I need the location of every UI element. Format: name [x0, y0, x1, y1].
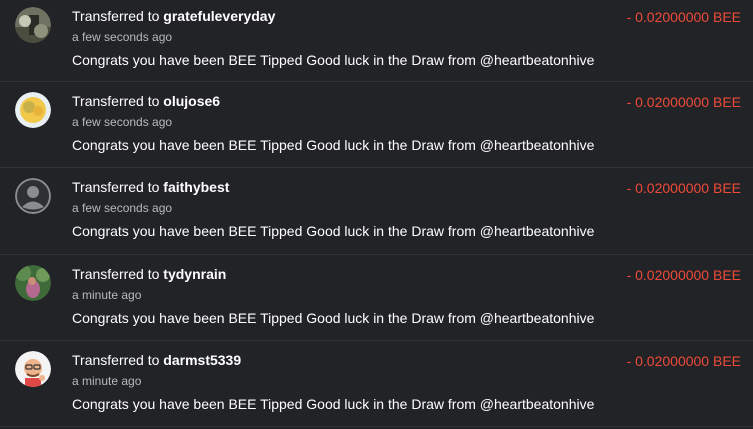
transfer-title: Transferred to tydynrain: [72, 266, 226, 282]
transfer-amount: - 0.02000000 BEE: [626, 9, 741, 25]
recipient-username[interactable]: faithybest: [163, 179, 229, 195]
user-avatar[interactable]: [15, 178, 51, 214]
transfer-memo: Congrats you have been BEE Tipped Good l…: [72, 310, 595, 326]
transfer-row: Transferred to gratefuleveryday a few se…: [0, 0, 753, 82]
recipient-username[interactable]: darmst5339: [163, 352, 241, 368]
transfer-time: a few seconds ago: [72, 30, 173, 44]
transfer-title: Transferred to darmst5339: [72, 352, 241, 368]
transfer-prefix: Transferred to: [72, 8, 160, 24]
transfer-time: a few seconds ago: [72, 201, 173, 215]
transfer-row: Transferred to darmst5339 a minute ago C…: [0, 341, 753, 427]
avatar-photo-icon: [15, 92, 51, 128]
transfer-memo: Congrats you have been BEE Tipped Good l…: [72, 396, 595, 412]
transfer-prefix: Transferred to: [72, 93, 160, 109]
transfer-row: Transferred to olujose6 a few seconds ag…: [0, 82, 753, 168]
user-avatar[interactable]: [15, 265, 51, 301]
transfer-history-list: Transferred to gratefuleveryday a few se…: [0, 0, 753, 429]
transfer-time: a minute ago: [72, 374, 142, 388]
avatar-cartoon-icon: [15, 351, 51, 387]
user-avatar[interactable]: [15, 7, 51, 43]
transfer-time: a few seconds ago: [72, 115, 173, 129]
transfer-time: a minute ago: [72, 288, 142, 302]
recipient-username[interactable]: gratefuleveryday: [163, 8, 275, 24]
user-avatar[interactable]: [15, 92, 51, 128]
transfer-prefix: Transferred to: [72, 179, 160, 195]
transfer-amount: - 0.02000000 BEE: [626, 353, 741, 369]
user-avatar[interactable]: [15, 351, 51, 387]
transfer-memo: Congrats you have been BEE Tipped Good l…: [72, 223, 595, 239]
transfer-memo: Congrats you have been BEE Tipped Good l…: [72, 52, 595, 68]
avatar-photo-icon: [15, 265, 51, 301]
transfer-title: Transferred to gratefuleveryday: [72, 8, 275, 24]
transfer-title: Transferred to faithybest: [72, 179, 229, 195]
transfer-row: Transferred to tydynrain a minute ago Co…: [0, 255, 753, 341]
transfer-prefix: Transferred to: [72, 352, 160, 368]
transfer-memo: Congrats you have been BEE Tipped Good l…: [72, 137, 595, 153]
transfer-row: Transferred to faithybest a few seconds …: [0, 168, 753, 255]
recipient-username[interactable]: olujose6: [163, 93, 220, 109]
default-user-icon: [15, 178, 51, 214]
transfer-prefix: Transferred to: [72, 266, 160, 282]
transfer-amount: - 0.02000000 BEE: [626, 267, 741, 283]
transfer-amount: - 0.02000000 BEE: [626, 180, 741, 196]
recipient-username[interactable]: tydynrain: [163, 266, 226, 282]
transfer-title: Transferred to olujose6: [72, 93, 220, 109]
transfer-amount: - 0.02000000 BEE: [626, 94, 741, 110]
avatar-photo-icon: [15, 7, 51, 43]
